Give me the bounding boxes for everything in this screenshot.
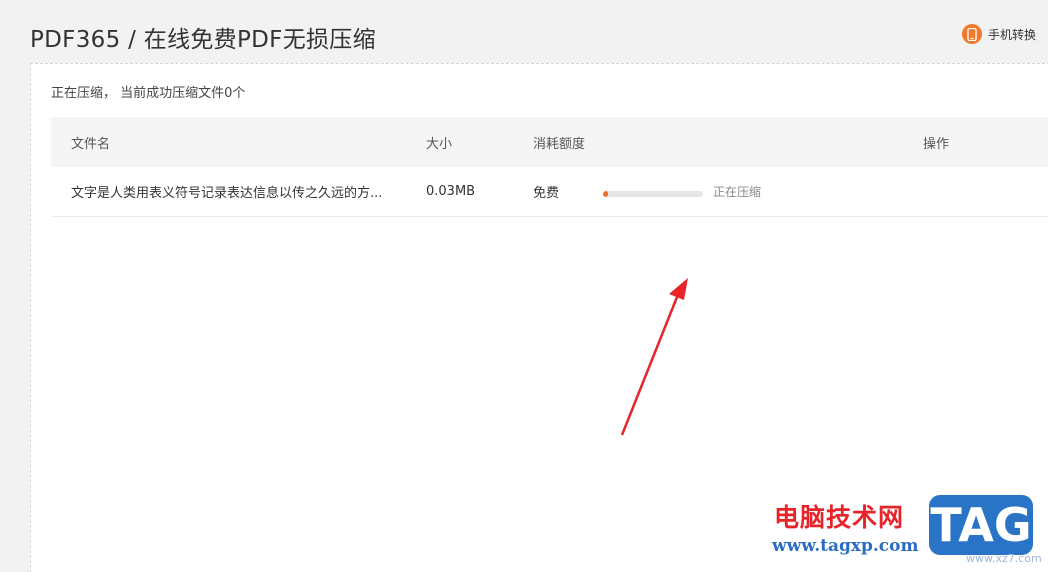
compress-progress-bar [603, 191, 703, 197]
mobile-phone-icon [961, 24, 982, 44]
watermark-tag-badge: TAG [926, 492, 1036, 558]
file-name: 文字是人类用表义符号记录表达信息以传之久远的方... [71, 186, 383, 201]
table-row: 文字是人类用表义符号记录表达信息以传之久远的方... 0.03MB 免费 正在压… [51, 167, 1048, 217]
watermark-site-name: 电脑技术网 [774, 503, 905, 532]
file-size: 0.03MB [426, 184, 476, 199]
column-header-size: 大小 [426, 136, 453, 152]
table-header: 文件名 大小 消耗额度 操作 [51, 117, 1048, 167]
file-quota: 免费 [533, 186, 560, 201]
mobile-convert-label: 手机转换 [987, 27, 1036, 42]
column-header-action: 操作 [923, 136, 950, 152]
compress-progress-label: 正在压缩 [713, 185, 762, 199]
file-table: 文件名 大小 消耗额度 操作 文字是人类用表义符号记录表达信息以传之久远的方..… [51, 117, 1048, 217]
compress-status-text: 正在压缩， 当前成功压缩文件0个 [51, 86, 246, 101]
column-header-quota: 消耗额度 [533, 136, 586, 152]
page-title: PDF365 / 在线免费PDF无损压缩 [30, 27, 376, 53]
mobile-convert-button[interactable]: 手机转换 [961, 24, 1036, 44]
watermark-url: www.tagxp.com [772, 536, 919, 556]
column-header-filename: 文件名 [71, 136, 111, 152]
watermark-small-text: www.xz7.com [966, 552, 1042, 565]
watermark: 电脑技术网 www.tagxp.com TAG www.xz7.com [770, 492, 1048, 572]
compress-progress-fill [603, 191, 608, 197]
